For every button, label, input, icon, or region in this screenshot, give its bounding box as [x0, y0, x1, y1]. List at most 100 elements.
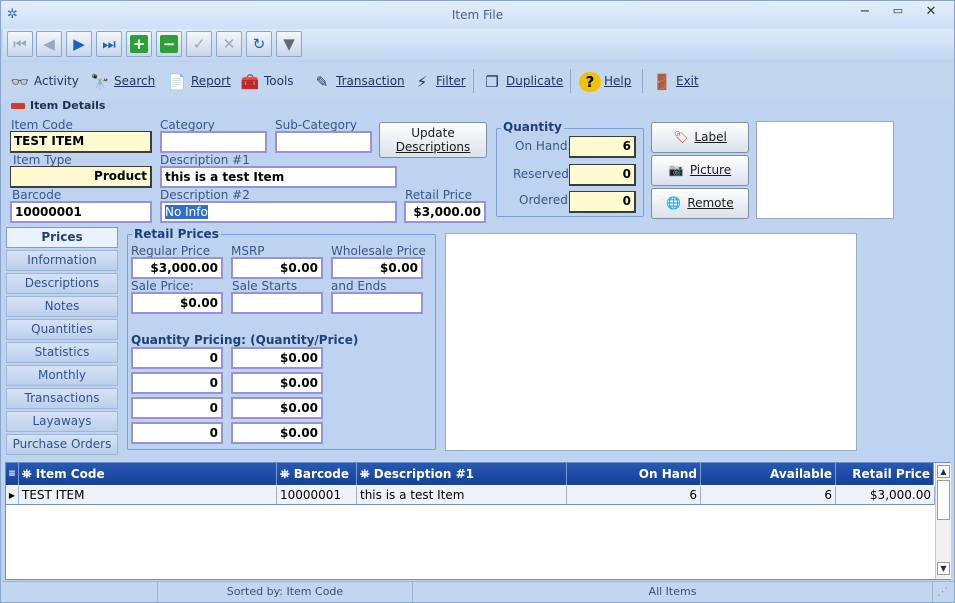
qty-break-price-field[interactable]: $0.00: [231, 347, 323, 369]
tab-layaways[interactable]: Layaways: [6, 411, 118, 432]
tools-button[interactable]: 🧰 Tools: [239, 69, 294, 93]
duplicate-button[interactable]: ❐ Duplicate: [481, 69, 563, 93]
grid-cell-on-hand[interactable]: 6: [567, 486, 701, 505]
search-button[interactable]: 🔭 Search: [89, 69, 156, 93]
transaction-button[interactable]: ✎ Transaction: [311, 69, 405, 93]
grid-cell-available[interactable]: 6: [701, 486, 836, 505]
tab-monthly-quantities[interactable]: Monthly Quantities: [6, 365, 118, 401]
tab-prices[interactable]: Prices: [6, 227, 118, 248]
binoculars-icon: ⛯: [280, 467, 294, 481]
label-button[interactable]: 🏷 Label: [651, 122, 749, 153]
col-barcode[interactable]: ⛯ Barcode: [277, 463, 357, 485]
main-toolbar: 👓 Activity 🔭 Search 📄 Report 🧰 Tools ✎ Transa…: [3, 63, 954, 99]
post-edit-button[interactable]: ✓: [186, 31, 212, 57]
grid-cell-item-code[interactable]: TEST ITEM: [19, 486, 277, 505]
wholesale-price-field[interactable]: $0.00: [331, 257, 423, 279]
tab-statistics[interactable]: Statistics: [6, 342, 118, 363]
tab-descriptions[interactable]: Descriptions: [6, 273, 118, 294]
retail-price-field[interactable]: $3,000.00: [404, 201, 486, 223]
insert-record-button[interactable]: +: [126, 31, 152, 57]
first-record-button[interactable]: ⏮: [7, 31, 33, 57]
resize-grip-icon[interactable]: ⋰: [933, 582, 952, 602]
first-icon: ⏮: [13, 35, 27, 53]
filter-button[interactable]: ⚡ Filter: [411, 69, 466, 93]
sale-ends-field[interactable]: [331, 292, 423, 314]
scroll-down-icon[interactable]: ▼: [937, 562, 950, 575]
desc1-label: Description #1: [160, 153, 250, 167]
update-descriptions-button[interactable]: Update Descriptions: [379, 122, 487, 158]
item-type-label: Item Type: [13, 153, 72, 167]
qty-break-quantity-field[interactable]: 0: [131, 422, 223, 444]
tag-icon: 🏷: [673, 130, 689, 144]
exit-door-icon: 🚪: [652, 72, 672, 91]
prior-record-button[interactable]: ◀: [36, 31, 62, 57]
qty-break-price-field[interactable]: $0.00: [231, 397, 323, 419]
sale-price-field[interactable]: $0.00: [131, 292, 223, 314]
last-record-button[interactable]: ⏭: [96, 31, 122, 57]
item-type-field[interactable]: Product: [10, 166, 152, 188]
regular-price-field[interactable]: $3,000.00: [131, 257, 223, 279]
col-retail-price[interactable]: Retail Price: [836, 463, 934, 485]
next-record-button[interactable]: ▶: [66, 31, 92, 57]
qty-break-quantity-field[interactable]: 0: [131, 397, 223, 419]
last-icon: ⏭: [102, 35, 116, 53]
reserved-field[interactable]: 0: [569, 164, 636, 186]
maximize-button[interactable]: ▭: [887, 4, 909, 24]
tab-notes[interactable]: Notes: [6, 296, 118, 317]
msrp-field[interactable]: $0.00: [231, 257, 323, 279]
grid-menu-icon[interactable]: ≡: [6, 463, 19, 485]
scroll-thumb[interactable]: [937, 480, 950, 520]
qty-break-quantity-field[interactable]: 0: [131, 347, 223, 369]
globe-icon: 🌐: [666, 196, 682, 210]
item-code-field[interactable]: TEST ITEM: [10, 131, 152, 153]
activity-button[interactable]: 👓 Activity: [9, 69, 79, 93]
items-grid: ≡ ⛯ Item Code ⛯ Barcode ⛯ Description #1…: [5, 462, 951, 580]
tab-quantities[interactable]: Quantities: [6, 319, 118, 340]
on-hand-field[interactable]: 6: [569, 136, 636, 158]
grid-cell-barcode[interactable]: 10000001: [277, 486, 357, 505]
report-icon: 📄: [167, 72, 187, 91]
refresh-button[interactable]: ↻: [246, 31, 272, 57]
grid-cell-retail-price[interactable]: $3,000.00: [836, 486, 935, 505]
pencil-icon: ✎: [315, 72, 329, 91]
qty-break-price-field[interactable]: $0.00: [231, 372, 323, 394]
help-button[interactable]: ? Help: [579, 69, 631, 93]
cancel-edit-button[interactable]: ✕: [216, 31, 242, 57]
tab-information[interactable]: Information: [6, 250, 118, 271]
description-1-field[interactable]: this is a test Item: [160, 166, 397, 188]
barcode-field[interactable]: 10000001: [10, 201, 152, 223]
close-button[interactable]: ✕: [920, 4, 942, 24]
grid-vertical-scrollbar[interactable]: ▲ ▼: [935, 463, 951, 579]
msrp-label: MSRP: [231, 244, 265, 258]
minimize-button[interactable]: −: [854, 4, 876, 24]
col-item-code[interactable]: ⛯ Item Code: [19, 463, 277, 485]
scroll-up-icon[interactable]: ▲: [937, 465, 950, 478]
x-icon: ✕: [222, 35, 236, 53]
ordered-field[interactable]: 0: [569, 191, 636, 213]
reserved-label: Reserved:: [513, 167, 573, 181]
help-icon: ?: [579, 71, 601, 92]
exit-button[interactable]: 🚪 Exit: [651, 69, 699, 93]
grid-cell-desc1[interactable]: this is a test Item: [357, 486, 567, 505]
funnel-icon: ▼: [283, 35, 295, 53]
qty-break-quantity-field[interactable]: 0: [131, 372, 223, 394]
col-available[interactable]: Available: [701, 463, 836, 485]
qty-break-price-field[interactable]: $0.00: [231, 422, 323, 444]
section-marker-icon: [11, 103, 25, 109]
sale-starts-field[interactable]: [231, 292, 323, 314]
tab-purchase-orders[interactable]: Purchase Orders: [6, 434, 118, 455]
col-on-hand[interactable]: On Hand: [567, 463, 701, 485]
col-description[interactable]: ⛯ Description #1: [357, 463, 567, 485]
remote-button[interactable]: 🌐 Remote: [651, 188, 749, 219]
picture-button[interactable]: 📷 Picture: [651, 155, 749, 186]
sale-ends-label: and Ends: [331, 279, 387, 293]
subcategory-field[interactable]: [275, 131, 372, 153]
delete-record-button[interactable]: −: [156, 31, 182, 57]
description-2-field[interactable]: No Info: [160, 201, 397, 223]
glasses-icon: 👓: [10, 72, 30, 91]
filter-icon: ⚡: [416, 72, 428, 91]
filter-nav-button[interactable]: ▼: [276, 31, 302, 57]
category-field[interactable]: [160, 131, 267, 153]
tab-transactions[interactable]: Transactions: [6, 388, 118, 409]
report-button[interactable]: 📄 Report: [166, 69, 231, 93]
